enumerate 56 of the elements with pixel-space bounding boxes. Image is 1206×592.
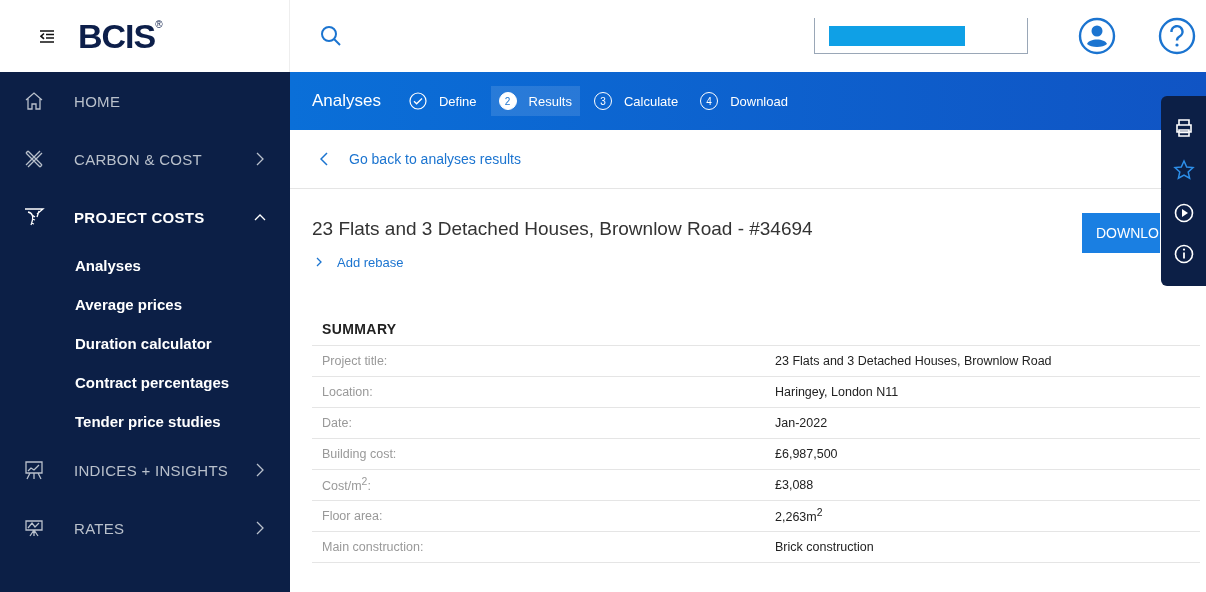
field-value: Haringey, London N11 (775, 385, 899, 399)
nav-subitem[interactable]: Contract percentages (0, 363, 290, 402)
download-button[interactable]: DOWNLO (1082, 213, 1160, 253)
field-value: Brick construction (775, 540, 874, 554)
field-label: Date: (322, 416, 353, 430)
field-label: Building cost: (322, 447, 398, 461)
field-value: £3,088 (775, 478, 814, 492)
nav-item[interactable]: PROJECT COSTS (0, 188, 290, 246)
nav-icon (23, 459, 45, 481)
nav-icon (23, 206, 45, 228)
field-label: Main construction: (322, 540, 425, 554)
step-tab[interactable]: 3 Calculate (585, 86, 687, 116)
chevron-left-icon (320, 152, 329, 166)
nav-item[interactable]: CARBON & COST (0, 130, 290, 188)
chevron-icon[interactable] (254, 463, 266, 477)
nav-subitem[interactable]: Average prices (0, 285, 290, 324)
step-tab[interactable]: Define (401, 86, 485, 116)
field-label: Project title: (322, 354, 389, 368)
add-rebase-link[interactable]: Add rebase (312, 254, 404, 270)
field-label: Cost/m$^{2}$: (322, 476, 372, 494)
page-title: Analyses (312, 91, 381, 111)
section-heading: SUMMARY (312, 321, 1200, 346)
nav-icon (23, 148, 45, 170)
nav-subitem[interactable]: Tender price studies (0, 402, 290, 441)
step-tab[interactable]: 2 Results (490, 86, 580, 116)
check-circle-icon (409, 92, 427, 110)
nav-item[interactable]: INDICES + INSIGHTS (0, 441, 290, 499)
field-label: Floor area: (322, 509, 384, 523)
nav-item[interactable]: HOME (0, 72, 290, 130)
chevron-icon[interactable] (254, 521, 266, 535)
chevron-icon[interactable] (254, 152, 266, 166)
step-tab[interactable]: 4 Download (692, 86, 796, 116)
info-icon[interactable] (1173, 244, 1194, 265)
step-number: 2 (498, 92, 517, 110)
bcis-logo[interactable]: BCIS$^{®}$ (78, 16, 162, 56)
play-icon[interactable] (1173, 202, 1194, 223)
nav-subitem[interactable]: Duration calculator (0, 324, 290, 363)
field-value: 23 Flats and 3 Detached Houses, Brownlow Road (775, 354, 1052, 368)
back-link[interactable]: Go back to analyses results (320, 151, 521, 167)
print-icon[interactable] (1173, 117, 1194, 138)
field-value: Jan-2022 (775, 416, 828, 430)
field-label: Location: (322, 385, 374, 399)
nav-icon (23, 517, 45, 539)
menu-collapse-icon[interactable] (40, 29, 54, 43)
nav-icon (23, 90, 45, 112)
project-title: 23 Flats and 3 Detached Houses, Brownlow Road - #34694 (312, 218, 813, 240)
chevron-right-icon (316, 257, 323, 267)
search-icon[interactable] (320, 25, 342, 47)
nav-subitem[interactable]: Analyses (0, 246, 290, 285)
help-icon[interactable] (1158, 17, 1196, 55)
search-field[interactable] (814, 18, 1028, 54)
field-value: 2,263m$^{2}$ (775, 507, 823, 525)
field-value: £6,987,500 (775, 447, 838, 461)
user-icon[interactable] (1078, 17, 1116, 55)
nav-item[interactable]: RATES (0, 499, 290, 557)
star-icon[interactable] (1172, 159, 1195, 182)
